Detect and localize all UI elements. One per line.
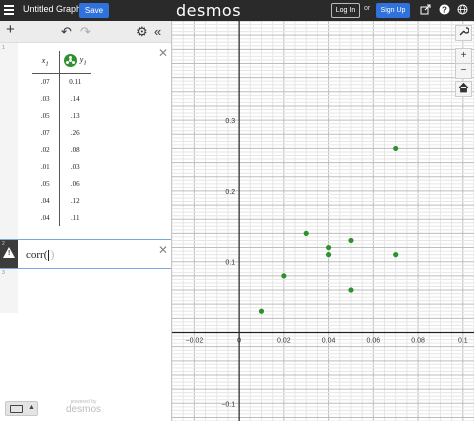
keyboard-toggle-button[interactable]: ▲ xyxy=(5,401,38,416)
table-row: .03.14 xyxy=(32,90,91,107)
x-tick-label: 0.02 xyxy=(277,338,291,345)
zoom-out-button[interactable]: − xyxy=(455,63,472,79)
redo-button[interactable]: ↷ xyxy=(80,23,91,41)
delete-table-icon[interactable]: ✕ xyxy=(158,47,168,59)
point-style-icon[interactable] xyxy=(63,54,77,68)
svg-text:?: ? xyxy=(442,6,447,15)
row-number: 1 xyxy=(2,45,5,51)
powered-by-desmos[interactable]: powered by desmos xyxy=(66,399,101,415)
settings-gear-icon[interactable]: ⚙ xyxy=(136,23,148,41)
table-cell-y[interactable]: 0.11 xyxy=(59,73,91,90)
collapse-panel-button[interactable]: « xyxy=(154,23,161,41)
undo-button[interactable]: ↶ xyxy=(61,23,72,41)
data-point[interactable] xyxy=(348,287,354,293)
table-cell-y[interactable]: .12 xyxy=(59,192,91,209)
expression-input[interactable]: corr() xyxy=(26,247,54,262)
column-header-x-subscript: 1 xyxy=(45,60,49,68)
table-cell-x[interactable]: .04 xyxy=(32,209,60,226)
powered-by-brand: desmos xyxy=(66,404,102,415)
table-cell-y[interactable]: .26 xyxy=(59,124,91,141)
table-cell-x[interactable]: .04 xyxy=(32,192,60,209)
graph-paper[interactable]: −0.02 0 0.02 0.04 0.06 0.08 0.1 −0.1 0.1 0.2 0.3 xyxy=(172,21,474,421)
column-header-y-subscript: 1 xyxy=(83,59,87,67)
table-cell-x[interactable]: .05 xyxy=(32,175,60,192)
x-tick-label: 0.08 xyxy=(411,338,425,345)
expression-text: corr( xyxy=(26,249,48,261)
expression-panel: + ↶ ↷ ⚙ « 1 ✕ x1 y1 .07 0.11 .03 .14 .05… xyxy=(0,21,172,421)
row-number: 3 xyxy=(2,270,5,276)
data-point[interactable] xyxy=(258,308,265,314)
data-point[interactable] xyxy=(348,237,354,244)
x-tick-label: 0.06 xyxy=(367,338,381,345)
table-cell-y[interactable]: .14 xyxy=(59,90,91,107)
x-tick-label: −0.02 xyxy=(186,338,204,345)
x-tick-label: 0.1 xyxy=(458,338,468,345)
table-cell-x[interactable]: .07 xyxy=(32,73,60,90)
login-button[interactable]: Log In xyxy=(331,3,360,18)
keyboard-icon xyxy=(10,405,23,413)
expression-toolbar: + ↶ ↷ ⚙ « xyxy=(0,21,171,43)
data-point[interactable] xyxy=(325,252,332,258)
caret-up-icon: ▲ xyxy=(28,404,35,411)
table-row: .02.08 xyxy=(32,141,91,158)
zoom-in-button[interactable]: + xyxy=(455,48,472,64)
table-cell-x[interactable]: .03 xyxy=(32,90,60,107)
data-point[interactable] xyxy=(393,145,399,152)
x-tick-label: 0.04 xyxy=(322,338,336,345)
table-cell-x[interactable]: .02 xyxy=(32,141,60,158)
warning-gutter: 2 ! xyxy=(0,240,18,268)
help-icon[interactable]: ? xyxy=(438,4,451,17)
table-cell-x[interactable]: .07 xyxy=(32,124,60,141)
table-cell-y[interactable]: .03 xyxy=(59,158,91,175)
add-expression-button[interactable]: + xyxy=(6,21,15,39)
y-tick-label: 0.2 xyxy=(225,189,235,196)
share-icon[interactable] xyxy=(419,4,432,17)
menu-icon[interactable] xyxy=(4,5,14,15)
globe-icon[interactable] xyxy=(456,4,469,17)
table-cell-y[interactable]: .11 xyxy=(59,209,91,226)
desmos-app: Untitled Graph Save desmos Log In or Sig… xyxy=(0,0,474,421)
column-header-x[interactable]: x1 xyxy=(32,51,60,74)
table-cell-x[interactable]: .01 xyxy=(32,158,60,175)
y-tick-label: −0.1 xyxy=(221,401,235,408)
table-row: .05.13 xyxy=(32,107,91,124)
y-tick-label: 0.3 xyxy=(225,118,235,125)
or-label: or xyxy=(364,5,371,12)
table-cell-y[interactable]: .06 xyxy=(59,175,91,192)
ghost-paren: ) xyxy=(50,247,55,261)
data-table: x1 y1 .07 0.11.03.14.05.13.07.26.02.08.01… xyxy=(32,51,91,226)
wrench-icon[interactable] xyxy=(455,25,472,41)
data-point[interactable] xyxy=(325,244,332,251)
data-point[interactable] xyxy=(281,273,287,279)
x-tick-label: 0 xyxy=(237,338,241,345)
top-bar: Untitled Graph Save desmos Log In or Sig… xyxy=(0,0,474,21)
table-row: .07 0.11 xyxy=(32,73,91,90)
table-row: .07.26 xyxy=(32,124,91,141)
table-row: .01.03 xyxy=(32,158,91,175)
table-cell-y[interactable]: .13 xyxy=(59,107,91,124)
scatter-plot[interactable]: −0.02 0 0.02 0.04 0.06 0.08 0.1 −0.1 0.1 0.2 0.3 xyxy=(172,21,474,421)
data-point[interactable] xyxy=(393,252,399,258)
signup-button[interactable]: Sign Up xyxy=(376,3,410,18)
table-cell-y[interactable]: .08 xyxy=(59,141,91,158)
table-row: .05.06 xyxy=(32,175,91,192)
delete-expression-icon[interactable]: ✕ xyxy=(158,244,168,256)
expression-row-corr[interactable]: 2 ! corr() ✕ xyxy=(0,239,171,269)
home-icon[interactable] xyxy=(455,81,472,97)
table-row: .04.12 xyxy=(32,192,91,209)
table-row: .04.11 xyxy=(32,209,91,226)
table-cell-x[interactable]: .05 xyxy=(32,107,60,124)
save-button[interactable]: Save xyxy=(79,3,109,18)
data-point[interactable] xyxy=(303,230,309,236)
y-tick-label: 0.1 xyxy=(225,260,235,267)
column-header-y[interactable]: y1 xyxy=(59,51,91,74)
desmos-logo: desmos xyxy=(176,1,242,20)
graph-title[interactable]: Untitled Graph xyxy=(23,4,81,14)
